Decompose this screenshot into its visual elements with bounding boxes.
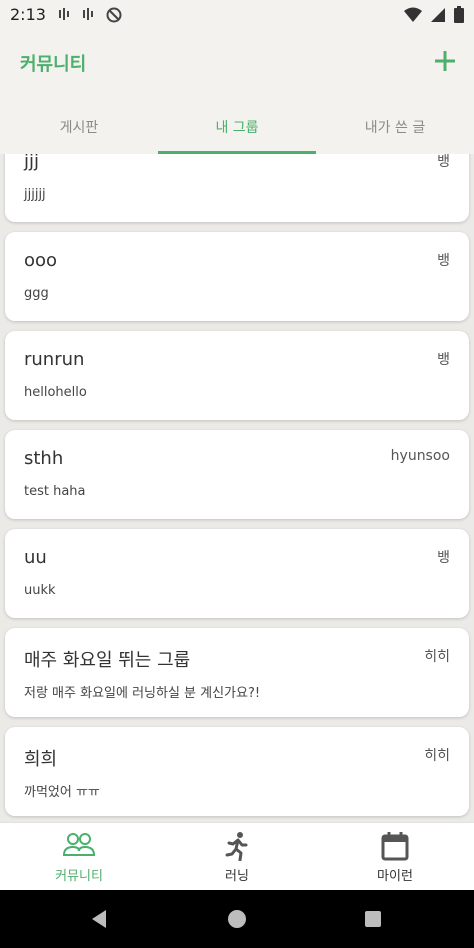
calendar-icon [381,832,409,861]
tab-bar: 게시판 내 그룹 내가 쓴 글 [0,100,474,154]
bottom-nav: 커뮤니티 러닝 마이런 [0,822,474,890]
add-post-button[interactable] [432,48,458,74]
running-icon [225,832,248,861]
post-card[interactable]: 매주 화요일 뛰는 그룹 저랑 매주 화요일에 러닝하실 분 계신가요?! 히히 [5,628,469,717]
post-card[interactable]: sthh test haha hyunsoo [5,430,469,519]
post-title: ooo [24,250,58,271]
nav-community[interactable]: 커뮤니티 [0,823,158,890]
post-author: 뱅 [437,154,450,170]
post-card[interactable]: runrun hellohello 뱅 [5,331,469,420]
post-card[interactable]: 희희 까먹었어 ㅠㅠ 히히 [5,727,469,816]
notification-icon [83,8,93,20]
post-card[interactable]: ooo ggg 뱅 [5,232,469,321]
tab-my-posts[interactable]: 내가 쓴 글 [316,100,474,154]
post-title: jjj [24,154,40,172]
status-system-icons [404,6,464,23]
post-card[interactable]: uu uukk 뱅 [5,529,469,618]
post-body: ggg [24,286,49,301]
post-author: 뱅 [437,253,450,269]
post-author: hyunsoo [390,448,450,464]
status-notification-icons [58,7,122,23]
post-title: 매주 화요일 뛰는 그룹 [24,650,191,671]
app-bar: 커뮤니티 게시판 내 그룹 내가 쓴 글 [0,30,474,154]
nav-my-run[interactable]: 마이런 [316,823,474,890]
dnd-icon [106,7,122,23]
post-title: uu [24,547,47,568]
back-icon[interactable] [90,909,108,929]
tab-label: 내 그룹 [215,120,259,136]
signal-icon [431,7,445,22]
community-icon [63,833,95,856]
tab-board[interactable]: 게시판 [0,100,158,154]
post-author: 히히 [424,748,450,764]
post-author: 뱅 [437,550,450,566]
status-bar: 2:13 [0,0,474,30]
post-list[interactable]: jjj jjjjjj 뱅 ooo ggg 뱅 runrun hellohello… [0,154,474,822]
tab-my-group[interactable]: 내 그룹 [158,100,316,154]
recents-icon[interactable] [365,911,381,927]
post-title: runrun [24,349,85,370]
wifi-icon [404,7,422,22]
post-title: 희희 [24,749,58,770]
nav-label: 마이런 [377,869,413,884]
post-body: 까먹었어 ㅠㅠ [24,785,100,800]
tab-label: 내가 쓴 글 [364,120,426,136]
tab-label: 게시판 [59,120,99,136]
system-nav-bar [0,890,474,948]
nav-label: 커뮤니티 [55,869,103,884]
post-author: 히히 [424,649,450,665]
post-body: jjjjjj [24,187,46,202]
post-title: sthh [24,448,64,469]
post-author: 뱅 [437,352,450,368]
notification-icon [59,8,69,20]
home-icon[interactable] [228,910,246,928]
post-body: uukk [24,583,56,598]
nav-label: 러닝 [225,869,249,884]
page-title: 커뮤니티 [20,54,87,75]
nav-running[interactable]: 러닝 [158,823,316,890]
post-card[interactable]: jjj jjjjjj 뱅 [5,154,469,222]
battery-icon [454,6,464,23]
post-body: test haha [24,484,86,499]
post-body: hellohello [24,385,87,400]
post-body: 저랑 매주 화요일에 러닝하실 분 계신가요?! [24,686,261,701]
status-time: 2:13 [10,5,46,24]
